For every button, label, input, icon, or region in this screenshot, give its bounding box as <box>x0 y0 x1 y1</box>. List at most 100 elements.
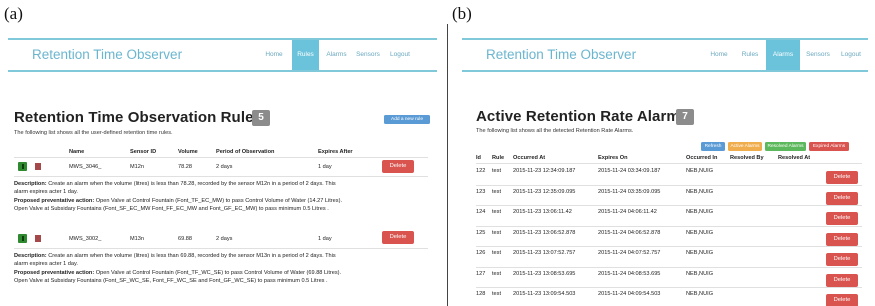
nav-home[interactable]: Home <box>705 40 733 70</box>
column-header-id: Id <box>476 155 481 161</box>
column-header-sensor-id: Sensor ID <box>130 149 157 155</box>
panel-a-label: (a) <box>4 4 23 23</box>
rule-volume: 78.28 <box>178 164 192 170</box>
action-line-1: Open Valve at Control Fountain (Font_TF_… <box>95 197 342 204</box>
alarm-occurred-in: NEB,NUIG <box>686 168 714 174</box>
alarm-occurred-at: 2015-11-23 13:06:52.878 <box>513 229 576 236</box>
rule-sensor-id: M12n <box>130 164 144 170</box>
nav-rules[interactable]: Rules <box>292 40 319 70</box>
expired-alarms-filter[interactable]: Expired Alarms <box>809 142 849 151</box>
alarm-occurred-at: 2015-11-23 13:07:52.757 <box>513 250 576 256</box>
delete-alarm-button[interactable]: Delete <box>826 294 858 306</box>
alarm-expires-on: 2015-11-24 04:08:53.695 <box>598 270 661 277</box>
nav-home[interactable]: Home <box>260 40 288 70</box>
alarm-expires-on: 2015-11-24 04:06:52.878 <box>598 229 661 236</box>
description-line-1: Create an alarm when the volume (litres)… <box>48 181 336 187</box>
action-label: Proposed preventative action: <box>14 197 95 204</box>
active-alarms-filter[interactable]: Active Alarms <box>728 142 762 151</box>
alarm-occurred-at: 2015-11-23 13:08:53.695 <box>513 270 576 277</box>
alarm-id: 126 <box>476 250 486 256</box>
nav-alarms[interactable]: Alarms <box>766 40 800 70</box>
column-header-name: Name <box>69 149 85 155</box>
column-header-resolved-by: Resolved By <box>730 155 764 161</box>
column-header-rule: Rule <box>492 155 505 161</box>
column-header-volume: Volume <box>178 149 198 155</box>
delete-rule-button[interactable]: Delete <box>382 231 414 244</box>
alarm-expires-on: 2015-11-24 03:35:09.095 <box>598 188 661 195</box>
alarm-id: 123 <box>476 188 486 195</box>
row-divider <box>476 205 862 206</box>
alarm-rule: test <box>492 168 502 174</box>
page-title: Retention Time Observation Rules <box>14 109 262 126</box>
flag-icon[interactable] <box>35 235 41 242</box>
page-subtitle: The following list shows all the detecte… <box>476 128 634 134</box>
rule-count-badge: 5 <box>252 110 270 126</box>
row-divider <box>476 287 862 288</box>
delete-alarm-button[interactable]: Delete <box>826 212 858 225</box>
rule-volume: 69.88 <box>178 236 192 242</box>
activate-toggle-icon[interactable] <box>18 162 27 171</box>
page-subtitle: The following list shows all the user-de… <box>14 130 173 136</box>
row-divider <box>476 225 862 227</box>
delete-alarm-button[interactable]: Delete <box>826 253 858 266</box>
panel-b-label: (b) <box>452 4 472 23</box>
refresh-button[interactable]: Refresh <box>701 142 725 151</box>
delete-alarm-button[interactable]: Delete <box>826 171 858 184</box>
row-divider <box>14 248 428 249</box>
alarm-occurred-in: NEB,NUIG <box>686 291 714 297</box>
delete-alarm-button[interactable]: Delete <box>826 273 858 287</box>
rule-period: 2 days <box>216 164 233 170</box>
alarm-count-badge: 7 <box>676 109 694 125</box>
nav-logout[interactable]: Logout <box>386 40 414 70</box>
nav-sensors[interactable]: Sensors <box>803 40 833 70</box>
add-rule-button[interactable]: Add a new rule <box>384 115 430 124</box>
alarm-id: 127 <box>476 270 486 277</box>
action-line-2: Open Valve at Subsidary Fountains (Font_… <box>14 278 328 285</box>
alarm-rule: test <box>492 229 502 236</box>
nav-sensors[interactable]: Sensors <box>354 40 382 70</box>
row-divider <box>476 246 862 247</box>
description-label: Description: <box>14 253 47 259</box>
rule-name: MWS_3002_ <box>69 236 102 242</box>
alarm-expires-on: 2015-11-24 04:07:52.757 <box>598 250 661 256</box>
alarm-rule: test <box>492 291 502 297</box>
nav-logout[interactable]: Logout <box>836 40 866 70</box>
row-divider <box>476 266 862 268</box>
alarm-occurred-at: 2015-11-23 12:35:09.095 <box>513 188 576 195</box>
delete-alarm-button[interactable]: Delete <box>826 232 858 246</box>
resolved-alarms-filter[interactable]: Resolved Alarms <box>765 142 806 151</box>
rule-description: Description: Create an alarm when the vo… <box>14 252 414 286</box>
alarm-rule: test <box>492 250 502 256</box>
column-header-expires-on: Expires On <box>598 155 628 161</box>
activate-toggle-icon[interactable] <box>18 234 27 243</box>
app-brand[interactable]: Retention Time Observer <box>32 47 182 62</box>
description-line-1: Create an alarm when the volume (litres)… <box>48 253 336 259</box>
alarm-expires-on: 2015-11-24 03:34:09.187 <box>598 168 661 174</box>
delete-rule-button[interactable]: Delete <box>382 160 414 173</box>
row-divider <box>476 184 862 186</box>
alarm-occurred-in: NEB,NUIG <box>686 209 714 215</box>
column-header-resolved-at: Resolved At <box>778 155 811 161</box>
nav-alarms[interactable]: Alarms <box>323 40 350 70</box>
rules-screen: Retention Time Observer Home Rules Alarm… <box>8 38 437 306</box>
delete-alarm-button[interactable]: Delete <box>826 191 858 205</box>
flag-icon[interactable] <box>35 163 41 170</box>
description-line-2: alarm expires acter 1 day. <box>14 261 78 268</box>
alarm-occurred-at: 2015-11-23 13:06:11.42 <box>513 209 572 215</box>
action-label: Proposed preventative action: <box>14 269 95 276</box>
alarm-expires-on: 2015-11-24 04:06:11.42 <box>598 209 657 215</box>
nav-rules[interactable]: Rules <box>736 40 764 70</box>
column-header-occurred-at: Occurred At <box>513 155 546 161</box>
rule-name: MWS_3046_ <box>69 164 102 170</box>
alarm-id: 128 <box>476 291 486 297</box>
top-navbar: Retention Time Observer Home Rules Alarm… <box>462 38 868 72</box>
alarm-occurred-in: NEB,NUIG <box>686 250 714 256</box>
action-line-1: Open Valve at Control Fountain (Font_TF_… <box>95 269 342 276</box>
alarm-rule: test <box>492 209 502 215</box>
alarm-occurred-in: NEB,NUIG <box>686 188 714 195</box>
page-title: Active Retention Rate Alarms <box>476 108 689 125</box>
rule-period: 2 days <box>216 236 233 242</box>
alarm-occurred-at: 2015-11-23 13:09:54.503 <box>513 291 576 297</box>
alarm-rule: test <box>492 270 502 277</box>
app-brand[interactable]: Retention Time Observer <box>486 47 636 62</box>
